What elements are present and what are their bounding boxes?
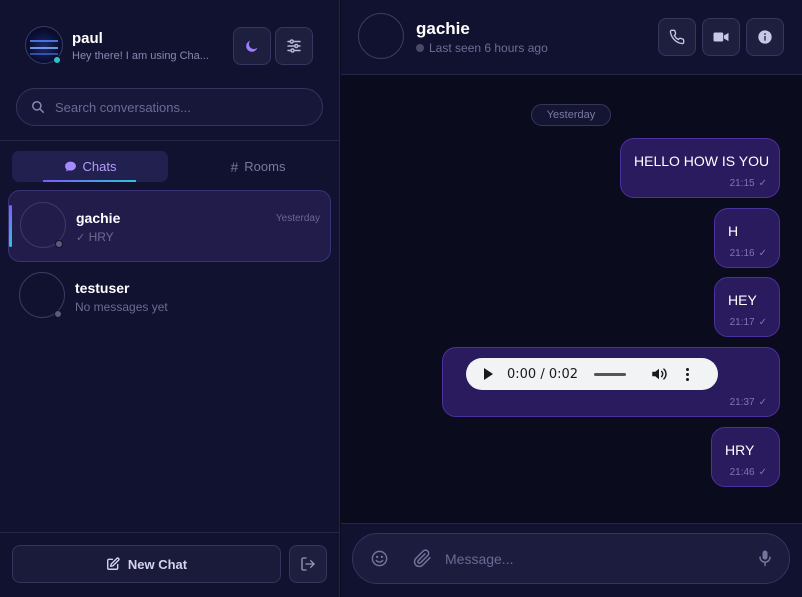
conversation-time: Yesterday xyxy=(275,213,320,224)
volume-icon[interactable] xyxy=(650,365,668,383)
composer-area xyxy=(341,523,802,597)
audio-message-bubble: 0:00 / 0:02 21:37 ✓ xyxy=(442,347,780,417)
conversation-name: testuser xyxy=(75,280,130,296)
conversation-item[interactable]: gachie ✓ HRY Yesterday xyxy=(8,190,331,262)
message-composer xyxy=(352,533,790,584)
audio-progress-bar[interactable] xyxy=(594,372,627,376)
chat-bubble-icon xyxy=(64,161,76,172)
microphone-icon[interactable] xyxy=(755,548,775,568)
online-status-dot xyxy=(53,56,61,64)
peer-avatar[interactable] xyxy=(358,13,404,59)
message-list: Yesterday HELLO HOW IS YOU 21:15 ✓ H 21:… xyxy=(341,76,802,523)
message-bubble[interactable]: HELLO HOW IS YOU 21:15 ✓ xyxy=(620,138,780,198)
message-time: 21:17 xyxy=(729,317,755,328)
tab-chats-label: Chats xyxy=(82,159,117,174)
audio-player: 0:00 / 0:02 xyxy=(466,358,718,390)
message-text: HRY xyxy=(725,442,755,458)
search-input[interactable] xyxy=(55,99,305,115)
divider xyxy=(0,532,340,533)
message-bubble[interactable]: HEY 21:17 ✓ xyxy=(714,277,780,337)
paperclip-icon[interactable] xyxy=(413,549,432,568)
check-icon: ✓ xyxy=(758,397,767,408)
tab-chats[interactable]: Chats xyxy=(12,151,168,182)
tab-rooms-label: Rooms xyxy=(244,159,286,174)
logout-icon xyxy=(301,557,315,571)
message-meta: 21:15 ✓ xyxy=(730,178,767,189)
peer-status: Last seen 6 hours ago xyxy=(416,41,548,55)
info-icon xyxy=(758,30,772,44)
message-bubble[interactable]: H 21:16 ✓ xyxy=(714,208,780,268)
sliders-icon xyxy=(287,39,301,53)
hash-icon: # xyxy=(230,158,239,175)
message-text: H xyxy=(728,223,739,239)
message-text: HELLO HOW IS YOU xyxy=(634,153,770,169)
phone-icon xyxy=(669,29,685,45)
message-text: HEY xyxy=(728,292,757,308)
video-camera-icon xyxy=(713,32,729,42)
status-dot xyxy=(416,44,424,52)
message-input[interactable] xyxy=(445,548,735,570)
theme-toggle-button[interactable] xyxy=(233,27,271,65)
conversation-item[interactable]: testuser No messages yet xyxy=(8,261,331,333)
chat-header: gachie Last seen 6 hours ago xyxy=(341,0,802,75)
day-separator: Yesterday xyxy=(531,104,611,126)
emoji-icon[interactable] xyxy=(370,549,389,568)
search-bar xyxy=(16,88,323,126)
video-call-button[interactable] xyxy=(702,18,740,56)
check-icon: ✓ xyxy=(758,248,767,259)
conversation-preview: No messages yet xyxy=(75,300,168,314)
tab-active-indicator xyxy=(43,180,136,182)
status-dot xyxy=(55,240,63,248)
audio-timecode: 0:00 / 0:02 xyxy=(507,366,579,382)
preview-text: HRY xyxy=(88,230,114,244)
conversation-preview: ✓ HRY xyxy=(76,230,114,244)
message-time: 21:16 xyxy=(729,248,755,259)
moon-icon xyxy=(246,40,258,52)
logout-button[interactable] xyxy=(289,545,327,583)
profile-header: paul Hey there! I am using Cha... xyxy=(0,0,340,88)
message-bubble[interactable]: HRY 21:46 ✓ xyxy=(711,427,780,487)
check-icon: ✓ xyxy=(758,317,767,328)
divider xyxy=(0,140,340,141)
message-time: 21:15 xyxy=(729,178,755,189)
search-icon xyxy=(32,101,44,113)
info-button[interactable] xyxy=(746,18,784,56)
status-dot xyxy=(54,310,62,318)
message-time: 21:37 xyxy=(729,397,755,408)
message-time: 21:46 xyxy=(729,467,755,478)
message-meta: 21:37 ✓ xyxy=(730,397,767,408)
peer-name: gachie xyxy=(416,19,470,38)
sidebar: paul Hey there! I am using Cha... Chats … xyxy=(0,0,340,597)
more-options-icon[interactable] xyxy=(686,367,690,381)
message-meta: 21:16 ✓ xyxy=(730,248,767,259)
user-bio: Hey there! I am using Cha... xyxy=(72,50,209,62)
settings-button[interactable] xyxy=(275,27,313,65)
new-chat-label: New Chat xyxy=(127,556,188,572)
check-icon: ✓ xyxy=(758,467,767,478)
check-icon: ✓ xyxy=(76,232,86,244)
message-meta: 21:46 ✓ xyxy=(730,467,767,478)
tab-rooms[interactable]: # Rooms xyxy=(180,151,336,182)
edit-icon xyxy=(106,557,120,570)
new-chat-button[interactable]: New Chat xyxy=(12,545,281,583)
user-name: paul xyxy=(72,30,103,47)
check-icon: ✓ xyxy=(758,178,767,189)
voice-call-button[interactable] xyxy=(658,18,696,56)
play-icon[interactable] xyxy=(484,368,493,380)
last-seen-text: Last seen 6 hours ago xyxy=(429,41,548,55)
conversation-name: gachie xyxy=(76,210,121,226)
message-meta: 21:17 ✓ xyxy=(730,317,767,328)
active-indicator xyxy=(9,205,12,247)
